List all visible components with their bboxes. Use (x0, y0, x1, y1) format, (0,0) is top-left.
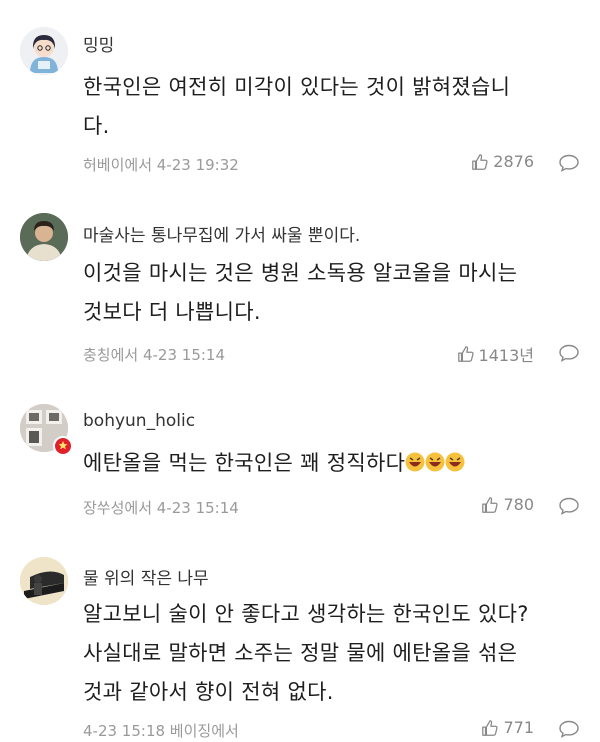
like-count: 2876 (493, 152, 534, 171)
comment-text-line: 다. (83, 114, 110, 138)
like-button[interactable]: 780 (481, 495, 534, 514)
thumbs-up-icon (482, 719, 499, 736)
comment-item: bohyun_holic 에탄올을 먹는 한국인은 꽤 정직하다 장쑤성에서 4… (0, 380, 600, 535)
comment-text: 이것을 마시는 것은 병원 소독용 알코올을 마시는 것보다 더 나쁩니다. (83, 254, 583, 332)
comment-text-line: 알고보니 술이 안 좋다고 생각하는 한국인도 있다? (83, 602, 529, 626)
comment-meta: 4-23 15:18 베이징에서 (83, 722, 239, 740)
comment-bubble-icon[interactable] (558, 154, 580, 172)
verified-badge (53, 436, 73, 456)
comment-username[interactable]: 밍밍 (83, 31, 114, 56)
comment-meta: 허베이에서 4-23 19:32 (83, 156, 239, 174)
comment-meta: 충칭에서 4-23 15:14 (83, 346, 226, 364)
comment-text: 한국인은 여전히 미각이 있다는 것이 밝혀졌습니 다. (83, 68, 583, 146)
avatar[interactable] (20, 27, 68, 75)
comment-text-line-content: 에탄올을 먹는 한국인은 꽤 정직하다 (83, 451, 406, 475)
comment-text-line: 한국인은 여전히 미각이 있다는 것이 밝혀졌습니 (83, 75, 511, 99)
piano-photo-icon (20, 557, 68, 605)
girl-avatar-icon (20, 27, 68, 75)
laughing-emoji-icon (405, 447, 465, 486)
like-button[interactable]: 1413년 (457, 342, 534, 366)
comment-username[interactable]: 물 위의 작은 나무 (83, 564, 209, 589)
comment-item: 마술사는 통나무집에 가서 싸울 뿐이다. 이것을 마시는 것은 병원 소독용 … (0, 185, 600, 380)
comment-username[interactable]: bohyun_holic (83, 411, 195, 431)
like-count: 780 (503, 495, 534, 514)
comment-text: 알고보니 술이 안 좋다고 생각하는 한국인도 있다? 사실대로 말하면 소주는… (83, 595, 583, 712)
avatar[interactable] (20, 213, 68, 261)
like-count: 771 (503, 718, 534, 737)
comment-text-line: 사실대로 말하면 소주는 정말 물에 에탄올을 섞은 (83, 641, 518, 665)
comment-meta: 장쑤성에서 4-23 15:14 (83, 499, 239, 517)
thumbs-up-icon (482, 496, 499, 513)
avatar[interactable] (20, 557, 68, 605)
thumbs-up-icon (472, 153, 488, 170)
comment-username[interactable]: 마술사는 통나무집에 가서 싸울 뿐이다. (83, 221, 360, 246)
comment-text-line: 것보다 더 나쁩니다. (83, 300, 261, 324)
like-button[interactable]: 2876 (471, 152, 534, 171)
comment-item: 밍밍 한국인은 여전히 미각이 있다는 것이 밝혀졌습니 다. 허베이에서 4-… (0, 0, 600, 185)
comment-item: 물 위의 작은 나무 알고보니 술이 안 좋다고 생각하는 한국인도 있다? 사… (0, 535, 600, 742)
star-icon (58, 441, 68, 450)
like-button[interactable]: 771 (481, 718, 534, 737)
comment-text-line: 것과 같아서 향이 전혀 없다. (83, 680, 334, 704)
comment-bubble-icon[interactable] (558, 344, 580, 362)
like-count: 1413년 (478, 346, 534, 365)
comment-text-line: 에탄올을 먹는 한국인은 꽤 정직하다 (83, 444, 583, 486)
comment-bubble-icon[interactable] (558, 720, 580, 738)
user-photo-icon (20, 213, 68, 261)
thumbs-up-icon (457, 346, 474, 362)
comment-bubble-icon[interactable] (558, 497, 580, 515)
comment-text: 에탄올을 먹는 한국인은 꽤 정직하다 (83, 444, 583, 486)
comment-text-line: 이것을 마시는 것은 병원 소독용 알코올을 마시는 (83, 261, 518, 285)
